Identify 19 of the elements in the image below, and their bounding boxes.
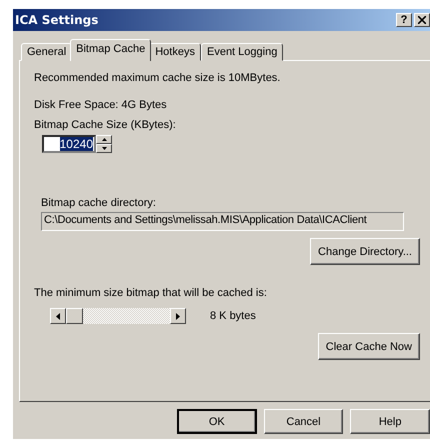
cache-size-field[interactable]: 10240 (42, 135, 96, 153)
tab[interactable]: Event Logging (200, 43, 284, 61)
tab[interactable]: Bitmap Cache (70, 39, 152, 61)
dialog-button[interactable]: OK (177, 409, 257, 434)
help-button[interactable]: ? (396, 13, 412, 27)
clear-cache-button[interactable]: Clear Cache Now (318, 333, 420, 360)
change-directory-button[interactable]: Change Directory... (310, 238, 420, 265)
dialog-button[interactable]: Help (350, 409, 430, 434)
cache-size-label: Bitmap Cache Size (KBytes): (34, 119, 176, 131)
directory-label: Bitmap cache directory: (41, 197, 156, 209)
window-title: ICA Settings (15, 13, 98, 27)
tab[interactable]: General (21, 43, 72, 61)
dialog-button[interactable]: Cancel (264, 409, 344, 434)
size-reading: 8 K bytes (210, 310, 256, 322)
directory-field[interactable]: C:\Documents and Settings\melissah.MIS\Application Data\ICAClient (41, 212, 404, 231)
minimum-size-label: The minimum size bitmap that will be cached is: (34, 287, 267, 299)
recommendation-text: Recommended maximum cache size is 10MBytes. (34, 72, 280, 84)
disk-space-text: Disk Free Space: 4G Bytes (34, 99, 167, 111)
tab[interactable]: Hotkeys (149, 43, 201, 61)
